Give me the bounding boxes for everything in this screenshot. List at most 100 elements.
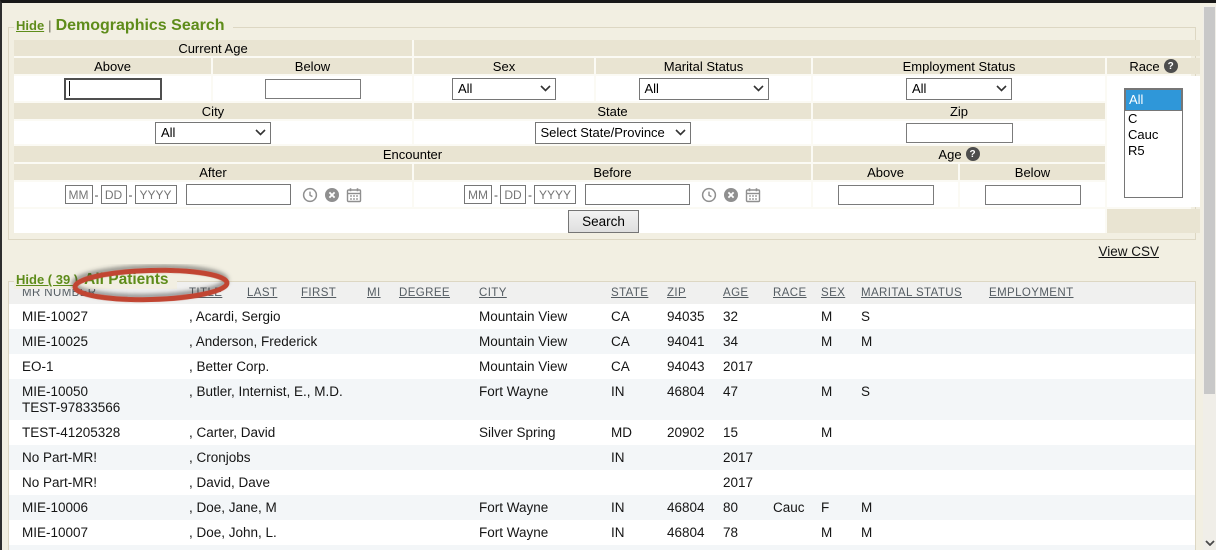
patient-row[interactable]: MIE-10025, Anderson, FrederickMountain V… [9, 329, 1195, 354]
cell-employment [983, 545, 1195, 550]
patient-row[interactable]: No Part-MR!, CronjobsIN2017 [9, 445, 1195, 470]
race-option[interactable]: C [1125, 111, 1182, 127]
cell-marital-status: M [855, 520, 983, 545]
state-select[interactable]: Select State/Province [535, 122, 691, 144]
col-header-zip: ZIP [661, 282, 717, 304]
patient-row[interactable]: MIE-10050TEST-97833566, Butler, Internis… [9, 379, 1195, 420]
age-below-input[interactable] [985, 185, 1081, 205]
cell-marital-status: M [855, 329, 983, 354]
after-month-input[interactable] [65, 185, 93, 204]
sort-link-degree[interactable]: DEGREE [399, 287, 450, 299]
cell-city: Mountain View [473, 329, 605, 354]
cell-name: , Doe, John, L. [183, 520, 473, 545]
time-icon[interactable] [302, 187, 318, 203]
patient-row[interactable]: EO-1, Better Corp.Mountain ViewCA9404320… [9, 354, 1195, 379]
cell-zip: 46804 [661, 545, 717, 550]
patient-row[interactable]: TEST-41205328, Carter, DavidSilver Sprin… [9, 420, 1195, 445]
cell-mr-number: MIE-10027 [9, 304, 183, 329]
sex-select[interactable]: All [452, 78, 556, 100]
employment-status-select[interactable]: All [906, 78, 1012, 100]
sort-link-mi[interactable]: MI [367, 287, 381, 299]
time-icon[interactable] [701, 187, 717, 203]
cell-sex: M [815, 520, 855, 545]
race-option[interactable]: All [1125, 89, 1182, 111]
race-option[interactable]: Cauc [1125, 127, 1182, 143]
city-label: City [14, 103, 412, 119]
current-age-group-label: Current Age [14, 40, 412, 56]
race-option[interactable]: R5 [1125, 143, 1182, 159]
cell-sex: M [815, 420, 855, 445]
current-age-above-input[interactable] [64, 78, 162, 100]
scrollbar-thumb[interactable] [1204, 7, 1215, 394]
clear-date-icon[interactable] [324, 187, 340, 203]
marital-status-select[interactable]: All [639, 78, 769, 100]
cell-race [767, 354, 815, 379]
patient-row[interactable]: MIE-10006, Doe, Jane, MFort WayneIN46804… [9, 495, 1195, 520]
cell-zip: 94035 [661, 304, 717, 329]
sort-link-sex[interactable]: SEX [821, 287, 845, 299]
spacer-cell [1107, 209, 1200, 233]
patient-row[interactable]: No Part-MR!, David, Dave2017 [9, 470, 1195, 495]
cell-zip [661, 470, 717, 495]
cell-age: 34 [717, 329, 767, 354]
cell-name: , David, Dave [183, 470, 473, 495]
current-age-below-input[interactable] [265, 79, 361, 99]
sort-link-last[interactable]: LAST [247, 287, 277, 299]
age-help-icon[interactable]: ? [966, 147, 980, 161]
patient-row[interactable]: MIE-10027, Acardi, SergioMountain ViewCA… [9, 304, 1195, 329]
before-month-input[interactable] [464, 185, 492, 204]
sort-link-city[interactable]: CITY [479, 287, 507, 299]
after-year-input[interactable] [135, 185, 177, 204]
cell-race [767, 520, 815, 545]
hide-patients-link[interactable]: Hide ( 39 ) [16, 272, 78, 287]
cell-city [473, 470, 605, 495]
after-day-input[interactable] [101, 185, 127, 204]
chevron-down-icon [996, 85, 1007, 92]
cell-sex: M [815, 379, 855, 420]
zip-input[interactable] [906, 123, 1013, 143]
calendar-icon[interactable] [346, 187, 362, 203]
cell-race: Cauc [767, 495, 815, 520]
cell-race [767, 304, 815, 329]
sort-link-age[interactable]: AGE [723, 287, 749, 299]
col-header-state: STATE [605, 282, 661, 304]
sort-link-zip[interactable]: ZIP [667, 287, 686, 299]
patient-row[interactable]: EO-2, Example, SubscriberFort WayneIN468… [9, 545, 1195, 550]
demographics-form: Current Age Above Below Sex Marital Stat… [14, 40, 1191, 233]
sort-link-employment[interactable]: EMPLOYMENT [989, 287, 1074, 299]
before-date-input[interactable] [585, 184, 690, 205]
cell-city: Silver Spring [473, 420, 605, 445]
sort-link-marital-status[interactable]: MARITAL STATUS [861, 287, 962, 299]
cell-sex [815, 470, 855, 495]
before-year-input[interactable] [534, 185, 576, 204]
before-day-input[interactable] [500, 185, 526, 204]
age-above-input[interactable] [838, 185, 934, 205]
cell-employment [983, 329, 1195, 354]
cell-city: Fort Wayne [473, 545, 605, 550]
hide-search-link[interactable]: Hide [16, 18, 44, 33]
col-header-last: LAST [241, 282, 295, 304]
view-csv-link[interactable]: View CSV [1098, 244, 1159, 259]
scrollbar-down-arrow[interactable] [1203, 533, 1216, 550]
cell-mr-number: MIE-10006 [9, 495, 183, 520]
patients-table: MR NUMBERTITLELASTFIRSTMIDEGREECITYSTATE… [9, 282, 1195, 550]
city-select[interactable]: All [155, 122, 271, 144]
after-date-input[interactable] [186, 184, 291, 205]
sort-link-title[interactable]: TITLE [189, 287, 222, 299]
sort-link-state[interactable]: STATE [611, 287, 648, 299]
clear-date-icon[interactable] [723, 187, 739, 203]
text-caret [69, 81, 70, 96]
cell-sex [815, 445, 855, 470]
search-button[interactable]: Search [568, 210, 639, 233]
sort-link-race[interactable]: RACE [773, 287, 807, 299]
patient-row[interactable]: MIE-10007, Doe, John, L.Fort WayneIN4680… [9, 520, 1195, 545]
vertical-scrollbar[interactable] [1203, 6, 1216, 550]
race-listbox[interactable]: AllCCaucR5 [1124, 88, 1183, 198]
sort-link-first[interactable]: FIRST [301, 287, 336, 299]
marital-status-label: Marital Status [596, 58, 811, 74]
cell-race [767, 420, 815, 445]
calendar-icon[interactable] [745, 187, 761, 203]
cell-city [473, 445, 605, 470]
race-help-icon[interactable]: ? [1164, 59, 1178, 73]
cell-state: CA [605, 304, 661, 329]
